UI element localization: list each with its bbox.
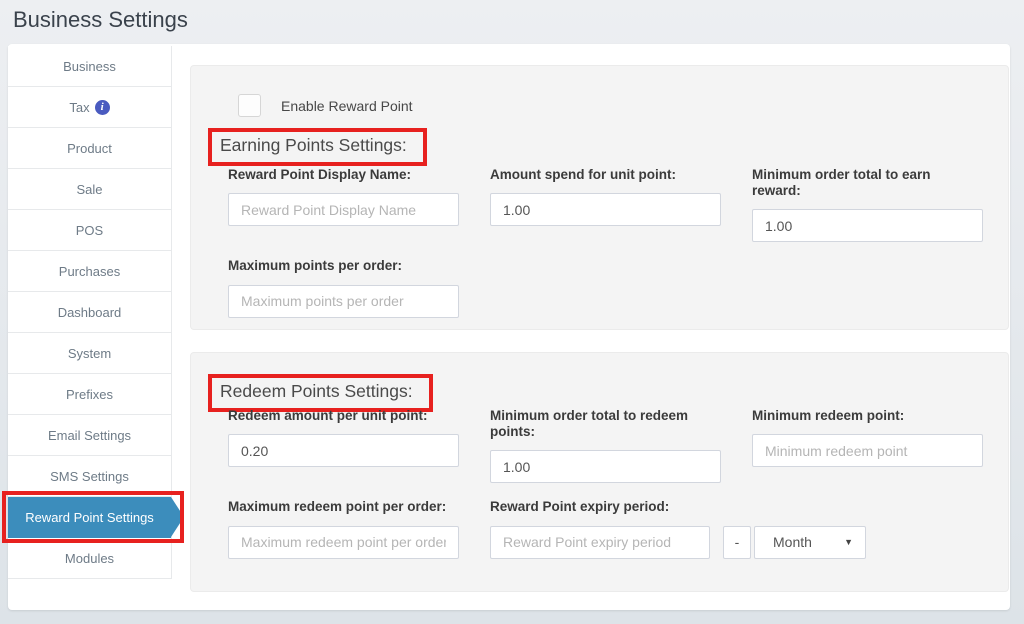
min-redeem-point-input[interactable] [752,434,983,467]
sidebar-item-modules[interactable]: Modules [8,538,171,579]
sidebar-item-system[interactable]: System [8,333,171,374]
enable-reward-point-row: Enable Reward Point [238,94,413,117]
sidebar-item-label: Business [63,59,116,74]
field-max-redeem-per-order: Maximum redeem point per order: [228,499,459,558]
field-amount-spend: Amount spend for unit point: [490,167,721,242]
sidebar-item-label: Tax [69,100,89,115]
field-min-redeem-point: Minimum redeem point: [752,408,983,483]
sidebar-item-label: Purchases [59,264,120,279]
field-redeem-amount: Redeem amount per unit point: [228,408,459,483]
field-max-points-per-order: Maximum points per order: [228,258,459,317]
sidebar-item-email-settings[interactable]: Email Settings [8,415,171,456]
settings-sidebar: Business Tax i Product Sale POS Purchase… [8,46,172,579]
field-label: Maximum redeem point per order: [228,499,459,515]
min-order-total-earn-input[interactable] [752,209,983,242]
field-expiry-period: Reward Point expiry period: - Month ▼ [490,499,721,558]
sidebar-item-label: Email Settings [48,428,131,443]
sidebar-item-reward-point-settings[interactable]: Reward Point Settings [8,497,171,538]
expiry-period-group: - Month ▼ [490,526,866,559]
sidebar-item-product[interactable]: Product [8,128,171,169]
expiry-unit-select[interactable]: Month ▼ [754,526,866,559]
field-label: Redeem amount per unit point: [228,408,459,424]
sidebar-item-label: Reward Point Settings [25,510,154,525]
sidebar-item-sms-settings[interactable]: SMS Settings [8,456,171,497]
max-points-per-order-input[interactable] [228,285,459,318]
field-label: Minimum order total to redeem points: [490,408,721,440]
expiry-period-separator: - [723,526,751,559]
redeem-heading-annotation: Redeem Points Settings: [208,374,433,412]
sidebar-item-tax[interactable]: Tax i [8,87,171,128]
reward-point-display-name-input[interactable] [228,193,459,226]
sidebar-item-label: POS [76,223,103,238]
sidebar-item-dashboard[interactable]: Dashboard [8,292,171,333]
info-icon: i [95,100,110,115]
sidebar-item-label: Prefixes [66,387,113,402]
amount-spend-input[interactable] [490,193,721,226]
redeem-points-panel: Redeem Points Settings: Redeem amount pe… [190,352,1009,592]
sidebar-item-label: System [68,346,111,361]
sidebar-item-purchases[interactable]: Purchases [8,251,171,292]
field-label: Reward Point Display Name: [228,167,459,183]
sidebar-item-label: Modules [65,551,114,566]
settings-card: Business Tax i Product Sale POS Purchase… [8,44,1010,610]
field-reward-point-display-name: Reward Point Display Name: [228,167,459,242]
field-label: Amount spend for unit point: [490,167,721,183]
sidebar-item-pos[interactable]: POS [8,210,171,251]
page-title: Business Settings [13,7,188,33]
earning-heading-annotation: Earning Points Settings: [208,128,427,166]
redeem-amount-input[interactable] [228,434,459,467]
redeem-form: Redeem amount per unit point: Minimum or… [228,408,983,559]
earning-points-panel: Enable Reward Point Earning Points Setti… [190,65,1009,330]
sidebar-item-business[interactable]: Business [8,46,171,87]
field-label: Reward Point expiry period: [490,499,721,515]
field-min-order-total-redeem: Minimum order total to redeem points: [490,408,721,483]
sidebar-item-label: SMS Settings [50,469,129,484]
field-min-order-total-earn: Minimum order total to earn reward: [752,167,983,242]
earning-points-heading: Earning Points Settings: [220,135,407,156]
min-order-total-redeem-input[interactable] [490,450,721,483]
sidebar-item-label: Sale [76,182,102,197]
sidebar-item-label: Product [67,141,112,156]
enable-reward-point-checkbox[interactable] [238,94,261,117]
field-label: Minimum order total to earn reward: [752,167,983,199]
max-redeem-per-order-input[interactable] [228,526,459,559]
earning-form: Reward Point Display Name: Amount spend … [228,167,983,318]
sidebar-item-sale[interactable]: Sale [8,169,171,210]
redeem-points-heading: Redeem Points Settings: [220,381,413,402]
sidebar-item-prefixes[interactable]: Prefixes [8,374,171,415]
expiry-period-input[interactable] [490,526,710,559]
field-label: Minimum redeem point: [752,408,983,424]
field-label: Maximum points per order: [228,258,459,274]
expiry-unit-value: Month [773,534,812,550]
caret-down-icon: ▼ [844,537,853,547]
sidebar-item-label: Dashboard [58,305,122,320]
enable-reward-point-label: Enable Reward Point [281,98,413,114]
